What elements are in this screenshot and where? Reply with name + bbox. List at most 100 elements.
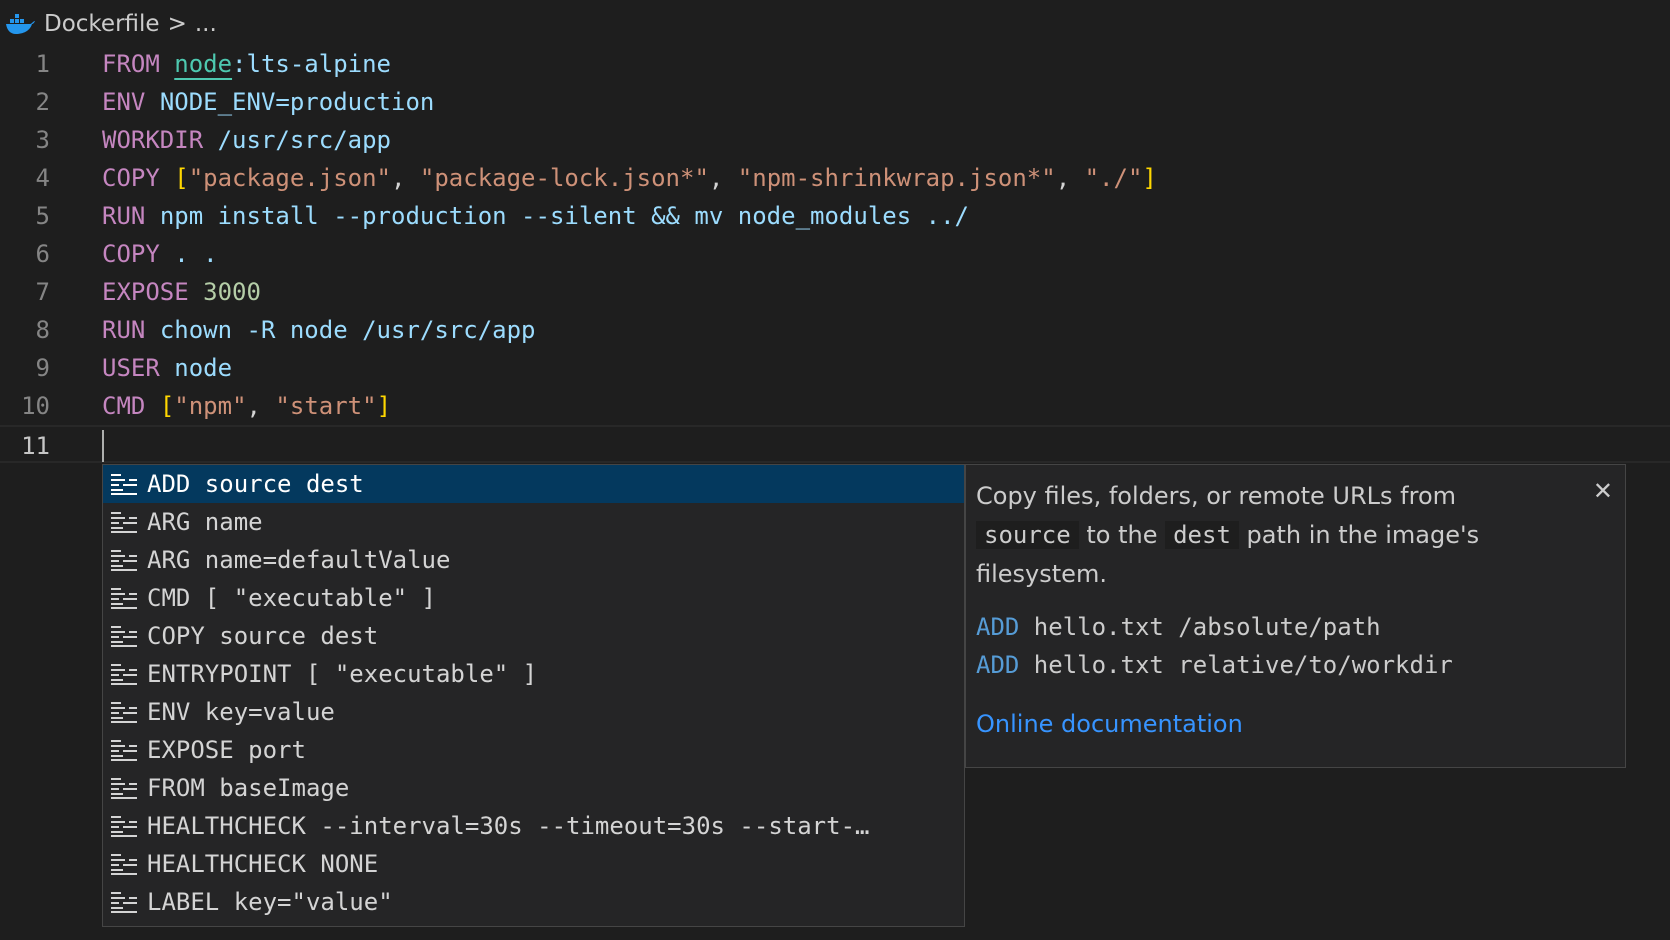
token: [ [174, 164, 188, 192]
token: RUN [102, 316, 145, 344]
suggestion-item[interactable]: HEALTHCHECK --interval=30s --timeout=30s… [103, 807, 964, 845]
token: , [709, 164, 738, 192]
suggestion-details: ✕ Copy files, folders, or remote URLs fr… [965, 464, 1626, 768]
close-icon[interactable]: ✕ [1593, 477, 1613, 505]
token [203, 126, 217, 154]
suggestion-item[interactable]: CMD [ "executable" ] [103, 579, 964, 617]
breadcrumb-separator: > [168, 11, 187, 37]
snippet-icon [109, 890, 139, 914]
code-line[interactable]: 3WORKDIR /usr/src/app [0, 121, 1670, 159]
token [145, 316, 159, 344]
token: "package.json" [189, 164, 391, 192]
token: npm install --production --silent && mv … [160, 202, 969, 230]
line-number: 4 [0, 159, 50, 197]
code-line[interactable]: 8 RUN chown -R node /usr/src/app [0, 311, 1670, 349]
line-code: EXPOSE 3000 [102, 273, 261, 311]
docs-description: Copy files, folders, or remote URLs from… [976, 477, 1615, 594]
code-line[interactable]: 5RUN npm install --production --silent &… [0, 197, 1670, 235]
suggestion-item[interactable]: HEALTHCHECK NONE [103, 845, 964, 883]
line-number: 9 [0, 349, 50, 387]
online-documentation-link[interactable]: Online documentation [976, 710, 1243, 738]
token [160, 50, 174, 78]
code-line[interactable]: 2ENV NODE_ENV=production [0, 83, 1670, 121]
docs-text: to the [1086, 521, 1157, 549]
code-line[interactable]: 7 EXPOSE 3000 [0, 273, 1670, 311]
token: "start" [275, 392, 376, 420]
token: NODE_ENV=production [160, 88, 435, 116]
line-code: COPY . . [102, 235, 218, 273]
snippet-icon [109, 814, 139, 838]
suggestion-item[interactable]: ENTRYPOINT [ "executable" ] [103, 655, 964, 693]
code-editor[interactable]: 1FROM node:lts-alpine2ENV NODE_ENV=produ… [0, 45, 1670, 463]
code-line[interactable]: 9 USER node [0, 349, 1670, 387]
snippet-icon [109, 852, 139, 876]
breadcrumb-file[interactable]: Dockerfile [44, 11, 160, 37]
token: EXPOSE [102, 278, 189, 306]
suggestion-label: ARG name=defaultValue [147, 546, 450, 574]
token: node [174, 354, 232, 382]
token: "package-lock.json*" [420, 164, 709, 192]
token: ] [377, 392, 391, 420]
suggestion-label: COPY source dest [147, 622, 378, 650]
snippet-icon [109, 776, 139, 800]
breadcrumb-symbols[interactable]: ... [195, 11, 217, 37]
snippet-icon [109, 738, 139, 762]
line-code: USER node [102, 349, 232, 387]
token: chown -R node /usr/src/app [160, 316, 536, 344]
suggestion-item[interactable]: FROM baseImage [103, 769, 964, 807]
token: [ [160, 392, 174, 420]
line-code: RUN npm install --production --silent &&… [102, 197, 969, 235]
suggestion-label: LABEL key="value" [147, 888, 393, 916]
code-line[interactable]: 11 [0, 425, 1670, 463]
token [160, 164, 174, 192]
line-number: 8 [0, 311, 50, 349]
snippet-icon [109, 472, 139, 496]
token: , [247, 392, 276, 420]
example-args: hello.txt relative/to/workdir [1019, 651, 1452, 679]
snippet-icon [109, 586, 139, 610]
token: CMD [102, 392, 145, 420]
token: /usr/src/app [218, 126, 391, 154]
code-line[interactable]: 1FROM node:lts-alpine [0, 45, 1670, 83]
line-code: ENV NODE_ENV=production [102, 83, 434, 121]
token: , [1056, 164, 1085, 192]
suggestion-item[interactable]: ADD source dest [103, 465, 964, 503]
token: "npm-shrinkwrap.json*" [738, 164, 1056, 192]
code-line[interactable]: 6 COPY . . [0, 235, 1670, 273]
line-number: 10 [0, 387, 50, 425]
example-args: hello.txt /absolute/path [1019, 613, 1380, 641]
suggestion-label: ENV key=value [147, 698, 335, 726]
suggestion-label: ARG name [147, 508, 263, 536]
line-code: CMD ["npm", "start"] [102, 387, 391, 425]
token: USER [102, 354, 160, 382]
token: FROM [102, 50, 160, 78]
suggestion-label: HEALTHCHECK --interval=30s --timeout=30s… [147, 812, 869, 840]
token: "npm" [174, 392, 246, 420]
suggestion-item[interactable]: ARG name [103, 503, 964, 541]
code-line[interactable]: 4COPY ["package.json", "package-lock.jso… [0, 159, 1670, 197]
docs-example: ADD hello.txt /absolute/path [976, 608, 1615, 646]
suggestion-item[interactable]: COPY source dest [103, 617, 964, 655]
suggestion-item[interactable]: ARG name=defaultValue [103, 541, 964, 579]
token: :lts-alpine [232, 50, 391, 78]
code-line[interactable]: 10 CMD ["npm", "start"] [0, 387, 1670, 425]
breadcrumb: Dockerfile > ... [4, 6, 217, 42]
token: , [391, 164, 420, 192]
snippet-icon [109, 662, 139, 686]
suggestion-label: FROM baseImage [147, 774, 349, 802]
line-number: 6 [0, 235, 50, 273]
token: COPY [102, 240, 160, 268]
docs-example: ADD hello.txt relative/to/workdir [976, 646, 1615, 684]
suggestion-item[interactable]: ENV key=value [103, 693, 964, 731]
line-number: 7 [0, 273, 50, 311]
suggestion-list[interactable]: ADD source dest ARG name ARG name=defaultV… [102, 464, 965, 927]
suggestion-item[interactable]: LABEL key="value" [103, 883, 964, 921]
line-number: 11 [0, 427, 50, 465]
suggestion-item[interactable]: EXPOSE port [103, 731, 964, 769]
suggestion-label: ADD source dest [147, 470, 364, 498]
token: . . [174, 240, 217, 268]
docs-text: Copy files, folders, or remote URLs from [976, 482, 1456, 510]
token: WORKDIR [102, 126, 203, 154]
token: RUN [102, 202, 145, 230]
token [145, 88, 159, 116]
